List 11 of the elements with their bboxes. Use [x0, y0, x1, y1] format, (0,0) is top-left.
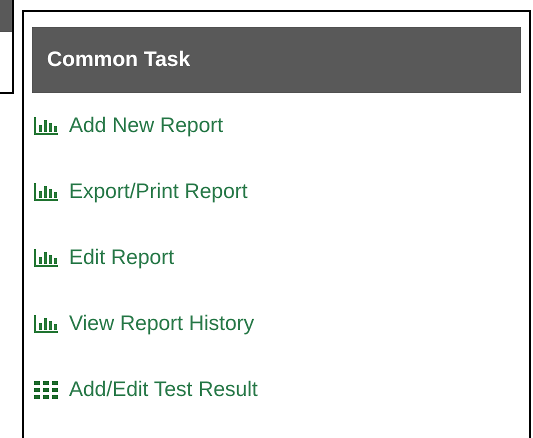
panel-title: Common Task — [47, 48, 190, 72]
task-link[interactable]: Export/Print Report — [32, 159, 248, 225]
grid-icon — [34, 381, 58, 399]
task-link[interactable]: Add/Edit Test Result — [32, 357, 258, 423]
task-link[interactable]: View Report History — [32, 291, 254, 357]
bar-chart-icon — [34, 315, 58, 333]
bar-chart-icon — [34, 183, 58, 201]
task-link[interactable]: Edit Report — [32, 225, 174, 291]
task-link[interactable]: Add New Report — [32, 93, 224, 159]
bar-chart-icon — [34, 249, 58, 267]
bar-chart-icon — [34, 117, 58, 135]
